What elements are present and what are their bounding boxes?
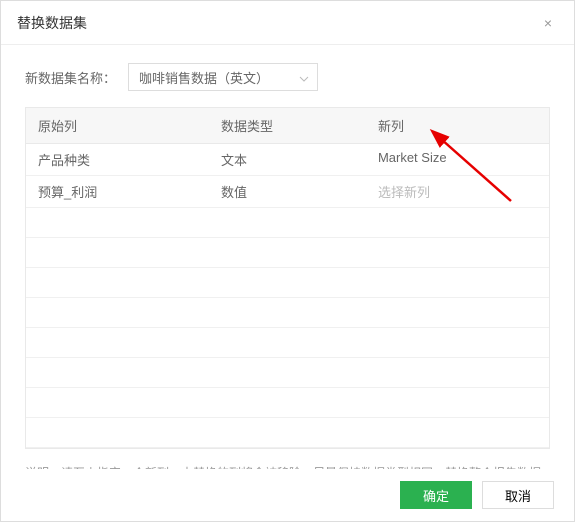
close-icon[interactable]: × (538, 13, 558, 33)
table-row-empty: . (26, 418, 549, 448)
table-row-empty: . (26, 238, 549, 268)
dataset-name-label: 新数据集名称： (25, 68, 116, 87)
dataset-select[interactable]: 咖啡销售数据（英文） (128, 63, 318, 91)
table-header-row: 原始列 数据类型 新列 (26, 108, 549, 144)
dataset-name-row: 新数据集名称： 咖啡销售数据（英文） (25, 63, 550, 91)
table-row: 产品种类 文本 Market Size (26, 144, 549, 176)
dialog-title: 替换数据集 (17, 13, 87, 33)
dialog-body: 新数据集名称： 咖啡销售数据（英文） 原始列 数据类型 新列 产品种类 文本 M… (1, 45, 574, 449)
cancel-button[interactable]: 取消 (482, 481, 554, 509)
cell-type: 文本 (209, 144, 366, 175)
ok-button[interactable]: 确定 (400, 481, 472, 509)
header-new-col: 新列 (366, 108, 549, 143)
replace-dataset-dialog: 替换数据集 × 新数据集名称： 咖啡销售数据（英文） 原始列 数据类型 新列 产… (0, 0, 575, 522)
table-row-empty: . (26, 298, 549, 328)
table-body: 产品种类 文本 Market Size 预算_利润 数值 选择新列 . . . … (26, 144, 549, 448)
table-row-empty: . (26, 208, 549, 238)
cell-type: 数值 (209, 176, 366, 207)
cell-original: 预算_利润 (26, 176, 209, 207)
column-mapping-table: 原始列 数据类型 新列 产品种类 文本 Market Size 预算_利润 数值… (25, 107, 550, 449)
header-original-col: 原始列 (26, 108, 209, 143)
cell-new-col[interactable]: Market Size (366, 144, 549, 175)
dataset-select-value: 咖啡销售数据（英文） (139, 68, 269, 87)
table-row-empty: . (26, 358, 549, 388)
dialog-footer: 确定 取消 (1, 469, 574, 521)
cell-original: 产品种类 (26, 144, 209, 175)
header-data-type: 数据类型 (209, 108, 366, 143)
table-row: 预算_利润 数值 选择新列 (26, 176, 549, 208)
table-row-empty: . (26, 388, 549, 418)
table-row-empty: . (26, 328, 549, 358)
dialog-header: 替换数据集 × (1, 1, 574, 45)
table-row-empty: . (26, 268, 549, 298)
cell-new-col-placeholder[interactable]: 选择新列 (366, 176, 549, 207)
chevron-down-icon (299, 70, 309, 85)
